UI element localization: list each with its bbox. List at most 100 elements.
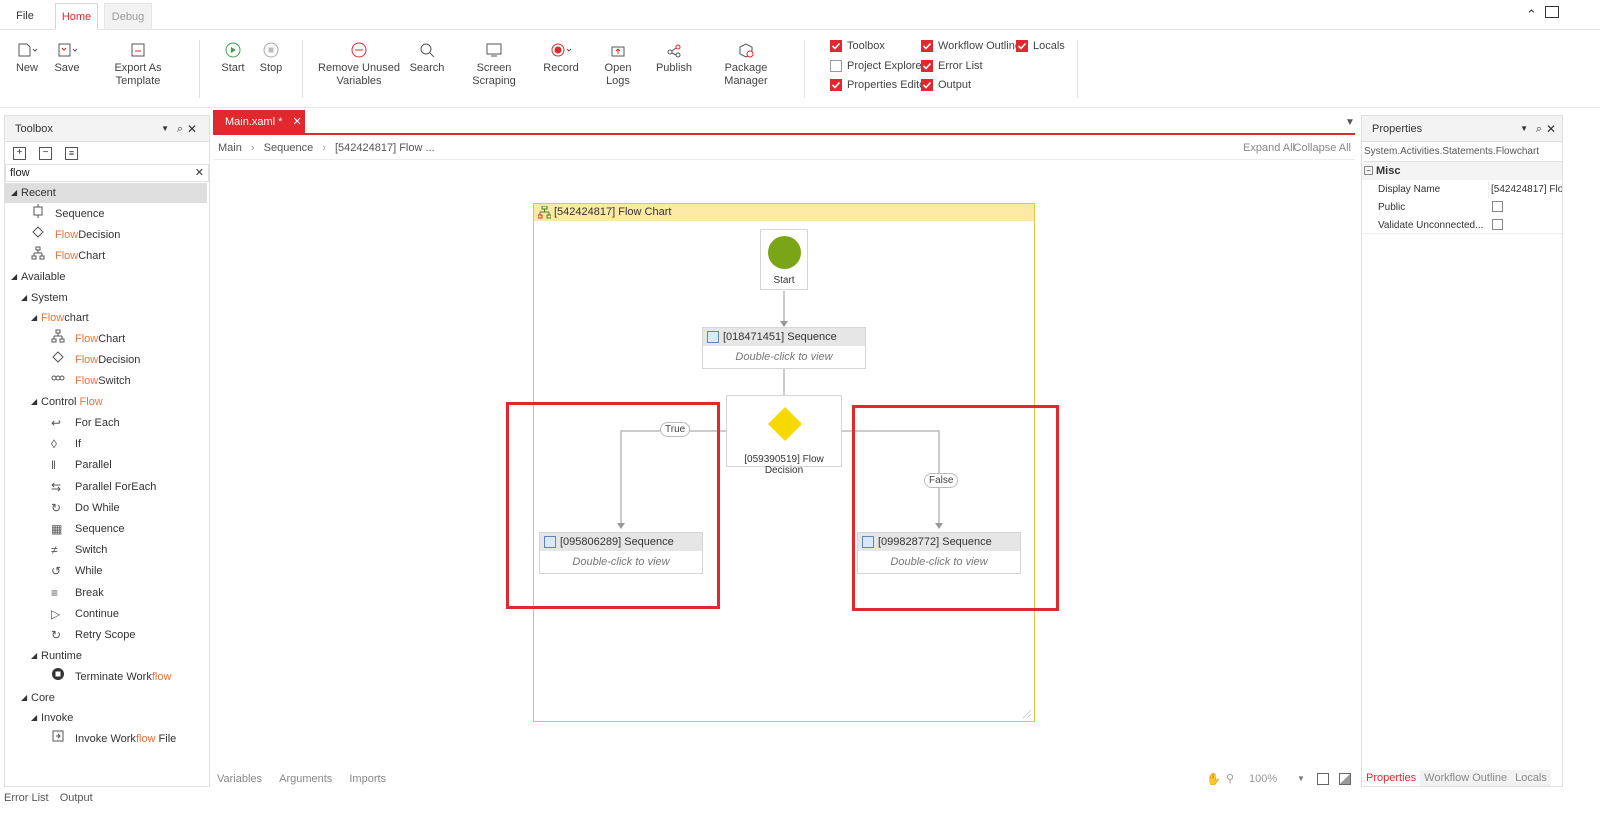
toolbox-item-flow-decision[interactable]: Flow Decision	[31, 225, 120, 245]
toolbox-item-flow-decision[interactable]: Flow Decision	[51, 350, 140, 370]
remove-icon	[318, 38, 400, 62]
toolbox-item-parallel-foreach[interactable]: ⇆ Parallel ForEach	[51, 477, 156, 497]
variables-tab[interactable]: Variables	[217, 773, 262, 785]
toolbox-item-sequence[interactable]: ▦ Sequence	[51, 519, 125, 539]
clear-search-icon[interactable]: ✕	[195, 166, 204, 179]
zoom-level[interactable]: 100%	[1249, 769, 1277, 789]
tab-list-icon[interactable]: ▼	[1345, 117, 1355, 128]
checkbox-checked-icon[interactable]	[830, 79, 842, 91]
public-checkbox[interactable]	[1492, 201, 1503, 212]
toolbox-item-invoke-workflow-file[interactable]: Invoke Work flow File	[51, 729, 176, 749]
checkbox-checked-icon[interactable]	[830, 40, 842, 52]
tab-debug[interactable]: Debug	[104, 3, 152, 30]
pane-toggle-properties-editor[interactable]: Properties Editor	[830, 77, 929, 93]
zoom-dropdown-icon[interactable]: ▼	[1297, 769, 1305, 789]
package-manager-button[interactable]: Package Manager	[704, 38, 788, 88]
list-view-icon[interactable]: ≡	[65, 146, 78, 160]
toolbox-item-break[interactable]: ≡ Break	[51, 583, 104, 603]
collapse-ribbon-icon[interactable]: ⌃	[1526, 7, 1537, 23]
toolbox-item-terminate-workflow[interactable]: Terminate Work flow	[51, 667, 171, 687]
stop-button[interactable]: Stop	[256, 38, 286, 75]
start-node[interactable]: Start	[760, 229, 808, 290]
open-logs-button[interactable]: Open Logs	[592, 38, 644, 88]
toolbox-search-input[interactable]	[6, 165, 186, 181]
category-recent[interactable]: ◢ Recent	[5, 183, 207, 203]
pane-toggle-locals[interactable]: Locals	[1016, 38, 1065, 54]
toolbox-item-parallel[interactable]: ‖ Parallel	[51, 455, 112, 475]
pan-hand-icon[interactable]: ✋	[1206, 769, 1221, 789]
menu-file[interactable]: File	[8, 3, 42, 30]
overview-icon[interactable]	[1339, 773, 1351, 785]
toolbox-item-flow-chart[interactable]: Flow Chart	[51, 329, 125, 349]
sequence-node-018471451[interactable]: [018471451] Sequence Double-click to vie…	[702, 327, 866, 369]
flow-decision-node[interactable]: [059390519] Flow Decision	[726, 395, 842, 476]
category-available[interactable]: ◢ Available	[11, 267, 65, 287]
error-list-tab[interactable]: Error List	[4, 792, 49, 804]
search-button[interactable]: Search	[409, 38, 445, 75]
tab-workflow-outline[interactable]: Workflow Outline	[1420, 770, 1512, 786]
toolbox-item-do-while[interactable]: ↻ Do While	[51, 498, 120, 518]
pane-toggle-error-list[interactable]: Error List	[921, 58, 983, 74]
close-icon[interactable]: ✕	[187, 116, 197, 142]
pin-icon[interactable]: ⌕	[177, 116, 183, 142]
pane-toggle-toolbox[interactable]: Toolbox	[830, 38, 885, 54]
new-button[interactable]: New	[12, 38, 42, 75]
tab-properties[interactable]: Properties	[1362, 770, 1421, 786]
start-button[interactable]: Start	[218, 38, 248, 75]
category-system[interactable]: ◢ System	[21, 288, 68, 308]
category-invoke[interactable]: ◢ Invoke	[31, 708, 73, 728]
pane-toggle-project-explorer[interactable]: Project Explorer	[830, 58, 925, 74]
zoom-icon[interactable]: ⚲	[1226, 769, 1234, 789]
collapse-icon[interactable]: −	[1364, 166, 1373, 175]
export-template-button[interactable]: Export As Template	[94, 38, 182, 88]
breadcrumb-item[interactable]: Main	[218, 142, 242, 154]
tab-home[interactable]: Home	[55, 3, 98, 30]
fit-to-screen-icon[interactable]	[1317, 773, 1329, 785]
toolbox-item-for-each[interactable]: ↩ For Each	[51, 413, 120, 433]
breadcrumb-item[interactable]: [542424817] Flow ...	[335, 142, 435, 154]
pane-toggle-workflow-outline[interactable]: Workflow Outline	[921, 38, 1021, 54]
screen-scraping-button[interactable]: Screen Scraping	[456, 38, 532, 88]
collapse-all-icon[interactable]: −	[39, 146, 52, 160]
toolbox-item-while[interactable]: ↺ While	[51, 561, 103, 581]
expand-all-link[interactable]: Expand All	[1243, 138, 1295, 158]
pane-toggle-output[interactable]: Output	[921, 77, 971, 93]
publish-button[interactable]: Publish	[654, 38, 694, 75]
checkbox-checked-icon[interactable]	[1016, 40, 1028, 52]
category-core[interactable]: ◢ Core	[21, 688, 55, 708]
misc-category[interactable]: − Misc	[1362, 162, 1562, 180]
breadcrumb-item[interactable]: Sequence	[264, 142, 314, 154]
save-button[interactable]: Save	[52, 38, 82, 75]
display-name-input[interactable]: [542424817] Flow	[1488, 181, 1562, 198]
toolbox-item-continue[interactable]: ▷ Continue	[51, 604, 119, 624]
window-restore-icon[interactable]	[1545, 6, 1559, 18]
validate-unconnected-checkbox[interactable]	[1492, 219, 1503, 230]
close-icon[interactable]: ✕	[1546, 116, 1556, 142]
checkbox-checked-icon[interactable]	[921, 79, 933, 91]
tab-main-xaml[interactable]: Main.xaml * ✕	[213, 110, 305, 134]
remove-unused-variables-button[interactable]: Remove Unused Variables	[318, 38, 400, 88]
pin-icon[interactable]: ⌕	[1536, 116, 1542, 142]
category-control-flow[interactable]: ◢ Control Flow	[31, 392, 103, 412]
toolbox-item-sequence[interactable]: Sequence	[31, 203, 105, 224]
collapse-all-link[interactable]: Collapse All	[1294, 138, 1351, 158]
arguments-tab[interactable]: Arguments	[279, 773, 332, 785]
imports-tab[interactable]: Imports	[349, 773, 386, 785]
output-tab[interactable]: Output	[60, 792, 93, 804]
checkbox-unchecked-icon[interactable]	[830, 60, 842, 72]
toolbox-item-flow-switch[interactable]: Flow Switch	[51, 371, 131, 391]
toolbox-item-if[interactable]: ◊ If	[51, 434, 81, 454]
category-runtime[interactable]: ◢ Runtime	[31, 646, 82, 666]
checkbox-checked-icon[interactable]	[921, 60, 933, 72]
record-button[interactable]: Record	[542, 38, 580, 75]
checkbox-checked-icon[interactable]	[921, 40, 933, 52]
toolbox-item-retry-scope[interactable]: ↻ Retry Scope	[51, 625, 136, 645]
category-flowchart[interactable]: ◢ Flow chart	[31, 308, 89, 328]
toolbox-item-switch[interactable]: ≠ Switch	[51, 540, 107, 560]
close-tab-icon[interactable]: ✕	[292, 116, 301, 128]
dropdown-icon[interactable]: ▼	[1520, 116, 1528, 142]
expand-all-icon[interactable]: +	[13, 146, 26, 160]
tab-locals[interactable]: Locals	[1511, 770, 1551, 786]
toolbox-item-flow-chart[interactable]: Flow Chart	[31, 246, 105, 266]
dropdown-icon[interactable]: ▼	[161, 116, 169, 142]
